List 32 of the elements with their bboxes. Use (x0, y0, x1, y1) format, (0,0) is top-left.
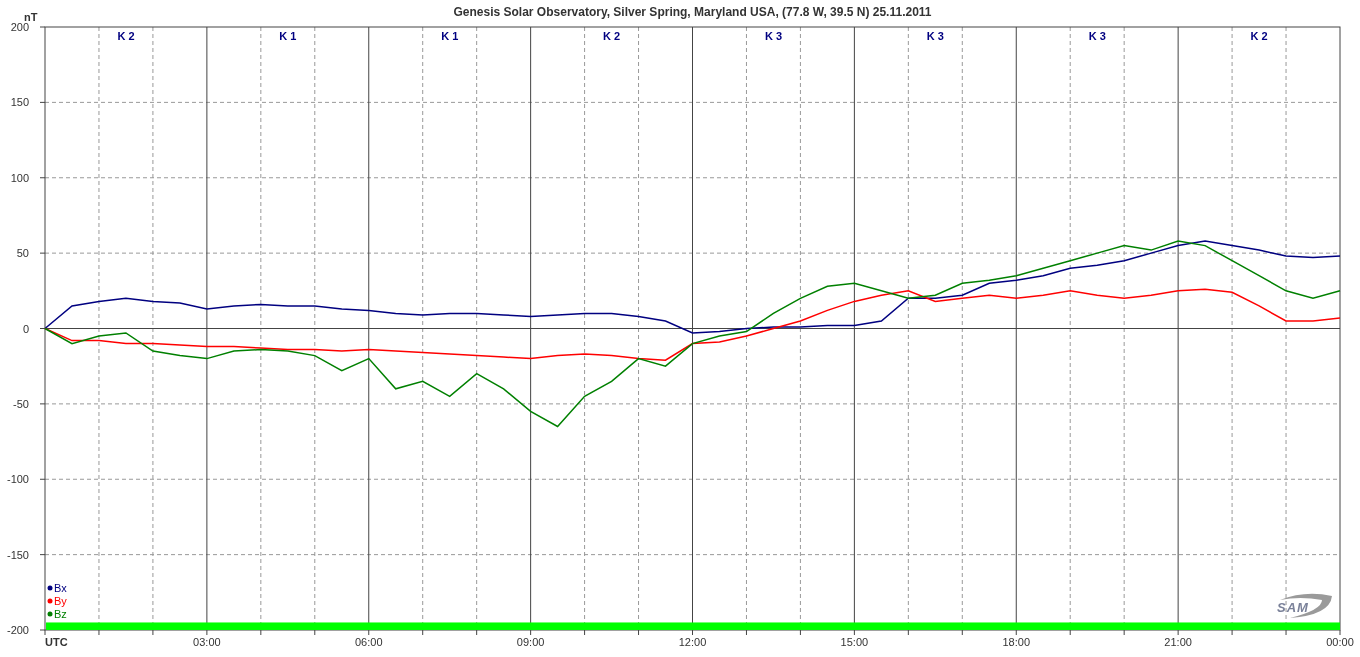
x-tick-label: 18:00 (1002, 636, 1030, 648)
k-index-label: K 3 (1088, 30, 1106, 42)
y-tick-label: 100 (10, 171, 29, 184)
y-tick-label: 50 (16, 247, 29, 260)
y-tick-label: -100 (6, 473, 29, 486)
x-tick-label: 06:00 (355, 636, 383, 648)
y-tick-label: 0 (22, 322, 29, 335)
k-index-label: K 1 (279, 30, 297, 42)
k-index-label: K 2 (117, 30, 135, 42)
x-tick-label: 09:00 (516, 636, 545, 648)
x-tick-label: 12:00 (678, 636, 707, 648)
y-tick-label: -150 (6, 548, 29, 561)
y-tick-label: -50 (13, 397, 29, 410)
x-axis-label: UTC (45, 636, 68, 648)
chart-title: Genesis Solar Observatory, Silver Spring, Maryland USA, (77.8 W, 39.5 N) 25.11.2011 (453, 5, 932, 19)
logo: SAM (1277, 600, 1309, 615)
k-index-label: K 1 (441, 30, 459, 42)
x-tick-label: 00:00 (1326, 636, 1354, 648)
k-index-label: K 2 (1250, 30, 1268, 42)
k-index-label: K 3 (926, 30, 944, 42)
y-tick-label: 150 (10, 96, 29, 109)
legend-label: By (54, 595, 67, 607)
x-tick-label: 21:00 (1164, 636, 1192, 648)
k-index-label: K 2 (603, 30, 621, 42)
legend-label: Bx (54, 582, 67, 594)
legend-label: Bz (54, 608, 67, 620)
y-tick-label: 200 (10, 21, 29, 33)
y-tick-label: -200 (6, 624, 29, 636)
x-tick-label: 15:00 (840, 636, 869, 648)
axis-unit: nT (24, 11, 38, 23)
x-tick-label: 03:00 (193, 636, 221, 648)
k-index-label: K 3 (764, 30, 782, 42)
